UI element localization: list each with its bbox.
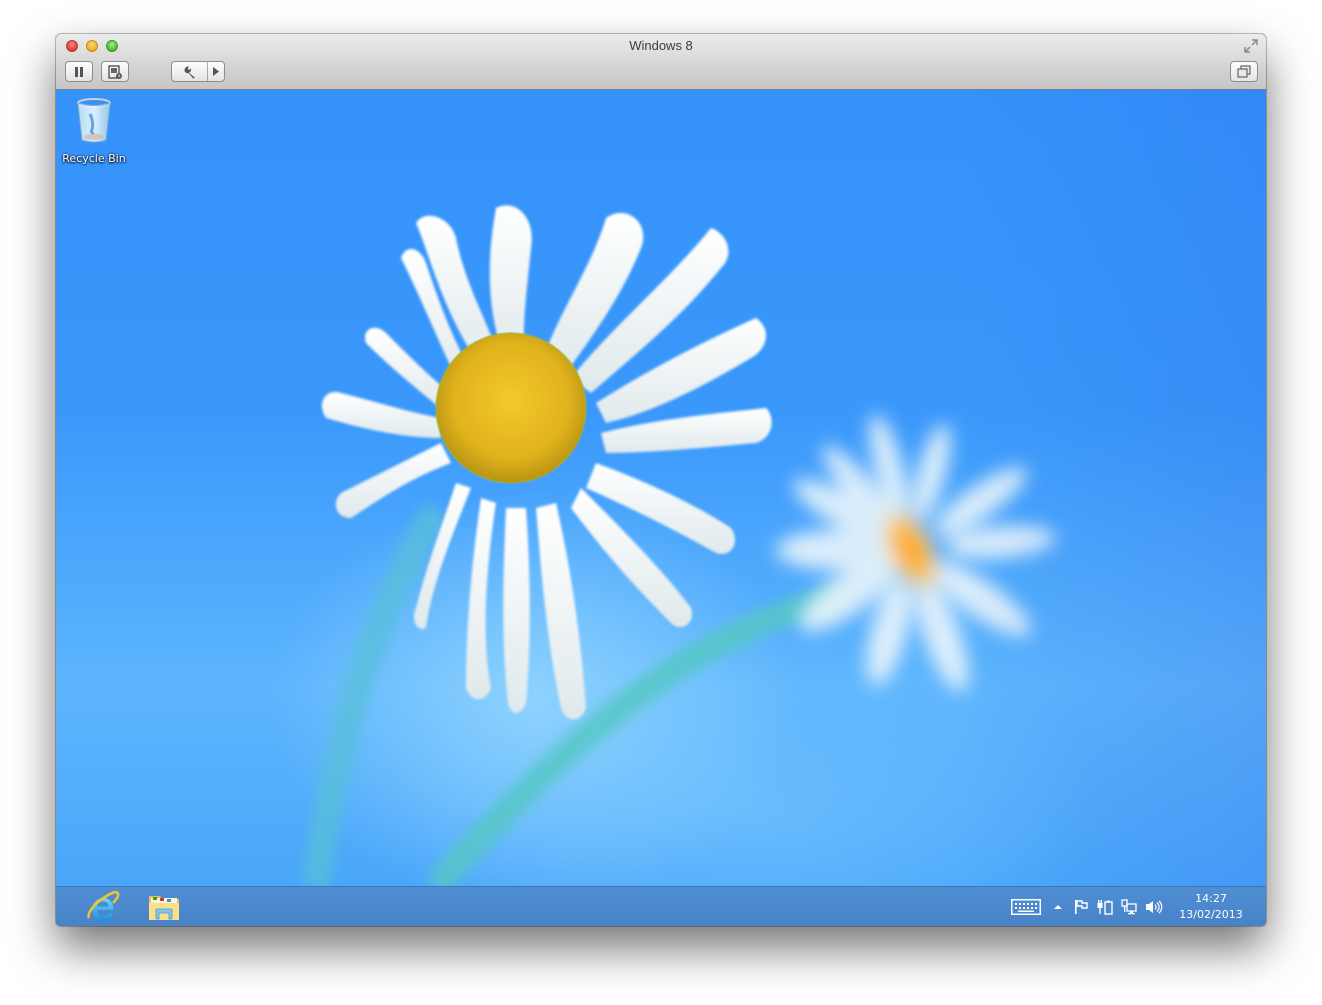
taskbar-internet-explorer[interactable]: [76, 889, 130, 925]
chevron-up-icon: [1054, 905, 1062, 909]
taskbar-file-explorer[interactable]: [137, 889, 191, 925]
triangle-right-icon: [213, 67, 219, 76]
tray-volume[interactable]: [1144, 897, 1164, 917]
desktop-icon-recycle-bin[interactable]: Recycle Bin: [58, 96, 130, 165]
tray-touch-keyboard[interactable]: [1009, 897, 1043, 917]
vm-window: Windows 8 Recycle Bin 14:27 13/02/2013: [56, 34, 1266, 926]
speaker-icon: [1146, 900, 1163, 914]
expand-arrows-icon: [1244, 39, 1258, 53]
keyboard-icon: [1011, 899, 1041, 915]
window-title: Windows 8: [629, 38, 693, 53]
file-explorer-icon: [149, 896, 179, 920]
clock-time: 14:27: [1195, 892, 1227, 905]
taskbar: 14:27 13/02/2013: [56, 886, 1266, 926]
flag-icon: [1075, 900, 1088, 914]
snapshot-icon: [108, 64, 122, 79]
power-plug-icon: [1097, 900, 1113, 915]
windows-desktop[interactable]: Recycle Bin: [56, 90, 1266, 886]
pause-icon: [75, 66, 83, 77]
tray-network[interactable]: [1120, 897, 1138, 917]
fullscreen-button[interactable]: [1244, 39, 1258, 53]
clock-date: 13/02/2013: [1179, 908, 1243, 921]
stem-left: [302, 502, 449, 886]
settings-button[interactable]: [171, 61, 225, 82]
wrench-icon: [183, 66, 195, 79]
blurred-daisy: [776, 414, 1056, 692]
tray-action-center[interactable]: [1072, 897, 1090, 917]
snapshot-button[interactable]: [101, 61, 129, 82]
unity-button[interactable]: [1230, 61, 1258, 82]
pause-button[interactable]: [65, 61, 93, 82]
network-icon: [1121, 899, 1137, 915]
recycle-bin-label: Recycle Bin: [62, 152, 126, 165]
unity-windows-icon: [1237, 64, 1251, 78]
tray-show-hidden-icons[interactable]: [1051, 897, 1065, 917]
taskbar-clock[interactable]: 14:27 13/02/2013: [1171, 891, 1251, 923]
daisy-wallpaper: [302, 205, 1056, 886]
window-titlebar[interactable]: Windows 8: [56, 34, 1266, 90]
recycle-bin-icon: [77, 98, 111, 143]
internet-explorer-icon: [87, 890, 120, 921]
stem-right: [426, 582, 849, 886]
tray-power[interactable]: [1096, 897, 1114, 917]
